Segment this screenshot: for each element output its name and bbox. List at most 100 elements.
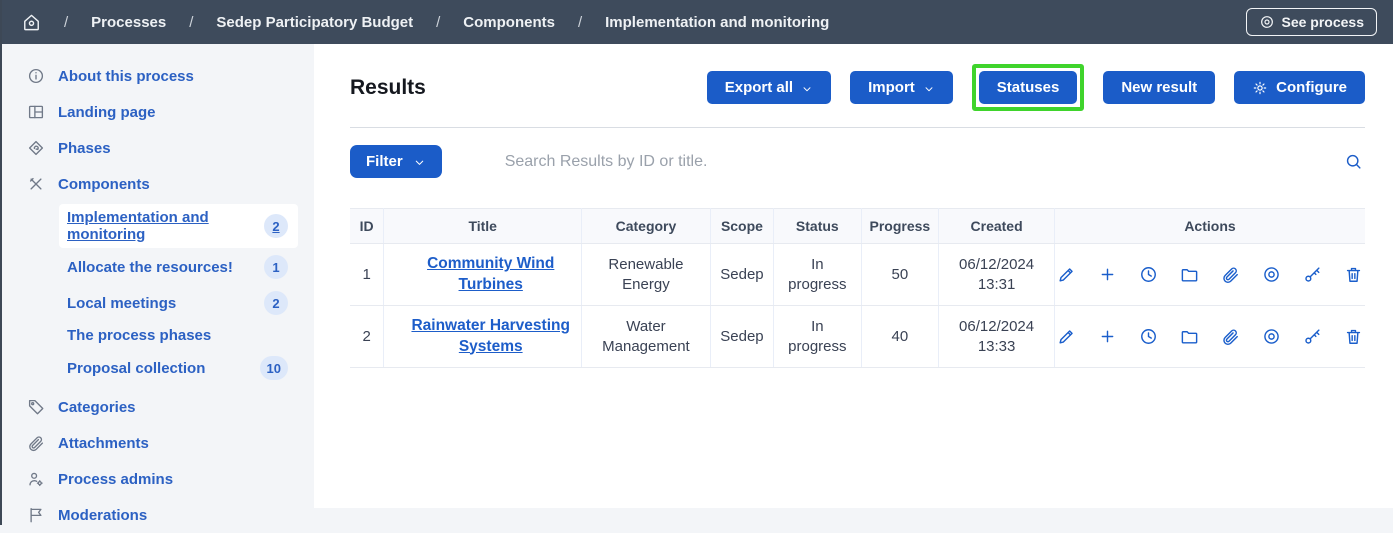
delete-icon[interactable] [1342,325,1365,348]
column-header-id: ID [350,209,384,244]
attachments-icon[interactable] [1219,325,1242,348]
column-header-progress: Progress [861,209,939,244]
breadcrumb-separator: / [436,14,440,31]
folder-icon[interactable] [1178,325,1201,348]
result-progress: 50 [861,244,939,306]
paperclip-icon [27,434,45,452]
sidebar: About this process Landing page Phases C… [2,44,314,525]
preview-icon[interactable] [1260,263,1283,286]
sidebar-subitem-local-meetings[interactable]: Local meetings 2 [59,286,298,320]
home-icon[interactable] [22,13,41,32]
result-created: 06/12/2024 13:33 [939,306,1055,368]
result-created: 06/12/2024 13:31 [939,244,1055,306]
import-button[interactable]: Import [850,71,953,104]
filter-row: Filter [350,145,1365,178]
new-result-button[interactable]: New result [1103,71,1215,104]
top-bar: / Processes / Sedep Participatory Budget… [2,0,1393,44]
count-badge: 2 [264,291,288,315]
permissions-icon[interactable] [1301,325,1324,348]
chevron-down-icon [923,83,935,95]
statuses-highlight-box: Statuses [972,64,1085,111]
results-header: Results Export all Import Statuses [350,64,1365,128]
sidebar-item-phases[interactable]: Phases [2,130,314,166]
sidebar-item-label: Moderations [58,507,147,524]
subitem-label: Implementation and monitoring [67,209,264,243]
statuses-label: Statuses [997,79,1060,96]
result-scope: Sedep [710,306,773,368]
result-category: Water Management [582,306,711,368]
count-badge: 1 [264,255,288,279]
permissions-icon[interactable] [1301,263,1324,286]
column-header-scope: Scope [710,209,773,244]
column-header-status: Status [774,209,861,244]
result-progress: 40 [861,306,939,368]
search-input[interactable] [505,153,1342,171]
sidebar-item-label: Attachments [58,435,149,452]
edit-icon[interactable] [1055,325,1078,348]
info-icon [27,67,45,85]
sidebar-subitem-proposal-collection[interactable]: Proposal collection 10 [59,351,298,385]
chevron-down-icon [801,83,813,95]
edit-icon[interactable] [1055,263,1078,286]
attachments-icon[interactable] [1219,263,1242,286]
delete-icon[interactable] [1342,263,1365,286]
sidebar-item-about[interactable]: About this process [2,58,314,94]
configure-label: Configure [1276,79,1347,96]
breadcrumb-separator: / [578,14,582,31]
breadcrumb-current-component: Implementation and monitoring [605,14,829,31]
breadcrumb-process-name[interactable]: Sedep Participatory Budget [216,14,413,31]
filter-label: Filter [366,153,403,170]
breadcrumb-processes[interactable]: Processes [91,14,166,31]
history-icon[interactable] [1137,325,1160,348]
count-badge: 2 [264,214,288,238]
sidebar-item-process-admins[interactable]: Process admins [2,461,314,497]
toolbar: Export all Import Statuses New result [707,64,1365,111]
folder-icon[interactable] [1178,263,1201,286]
sidebar-item-label: Components [58,176,150,193]
sidebar-item-moderations[interactable]: Moderations [2,497,314,533]
search-icon[interactable] [1342,150,1365,173]
sidebar-item-label: Categories [58,399,136,416]
statuses-button[interactable]: Statuses [979,71,1078,104]
filter-button[interactable]: Filter [350,145,442,178]
new-result-label: New result [1121,79,1197,96]
configure-button[interactable]: Configure [1234,71,1365,104]
history-icon[interactable] [1137,263,1160,286]
sidebar-subitem-the-process-phases[interactable]: The process phases [59,322,298,349]
components-sub-list: Implementation and monitoring 2 Allocate… [2,202,314,389]
admin-icon [27,470,45,488]
preview-icon[interactable] [1260,325,1283,348]
chevron-down-icon [413,156,426,169]
table-header-row: ID Title Category Scope Status Progress … [350,209,1365,244]
add-child-icon[interactable] [1096,263,1119,286]
sidebar-item-landing-page[interactable]: Landing page [2,94,314,130]
result-status: In progress [774,244,861,306]
subitem-label: Proposal collection [67,360,205,377]
add-child-icon[interactable] [1096,325,1119,348]
phases-icon [27,139,45,157]
see-process-button[interactable]: See process [1246,8,1378,36]
result-title-link[interactable]: Community Wind Turbines [427,255,554,292]
sidebar-item-categories[interactable]: Categories [2,389,314,425]
see-process-label: See process [1282,14,1365,30]
target-icon [1259,14,1275,30]
row-actions [1055,263,1365,286]
layout-icon [27,103,45,121]
export-all-button[interactable]: Export all [707,71,831,104]
subitem-label: Allocate the resources! [67,259,233,276]
sidebar-item-label: About this process [58,68,194,85]
column-header-category: Category [582,209,711,244]
result-title-link[interactable]: Rainwater Harvesting Systems [411,317,570,354]
breadcrumb-components[interactable]: Components [463,14,555,31]
sidebar-item-components[interactable]: Components [2,166,314,202]
gear-icon [1252,80,1268,96]
subitem-label: The process phases [67,327,211,344]
sidebar-subitem-implementation-and-monitoring[interactable]: Implementation and monitoring 2 [59,204,298,248]
result-category: Renewable Energy [582,244,711,306]
breadcrumb-separator: / [64,14,68,31]
sidebar-item-attachments[interactable]: Attachments [2,425,314,461]
sidebar-item-label: Process admins [58,471,173,488]
sidebar-item-label: Phases [58,140,111,157]
export-all-label: Export all [725,79,793,96]
sidebar-subitem-allocate-the-resources[interactable]: Allocate the resources! 1 [59,250,298,284]
